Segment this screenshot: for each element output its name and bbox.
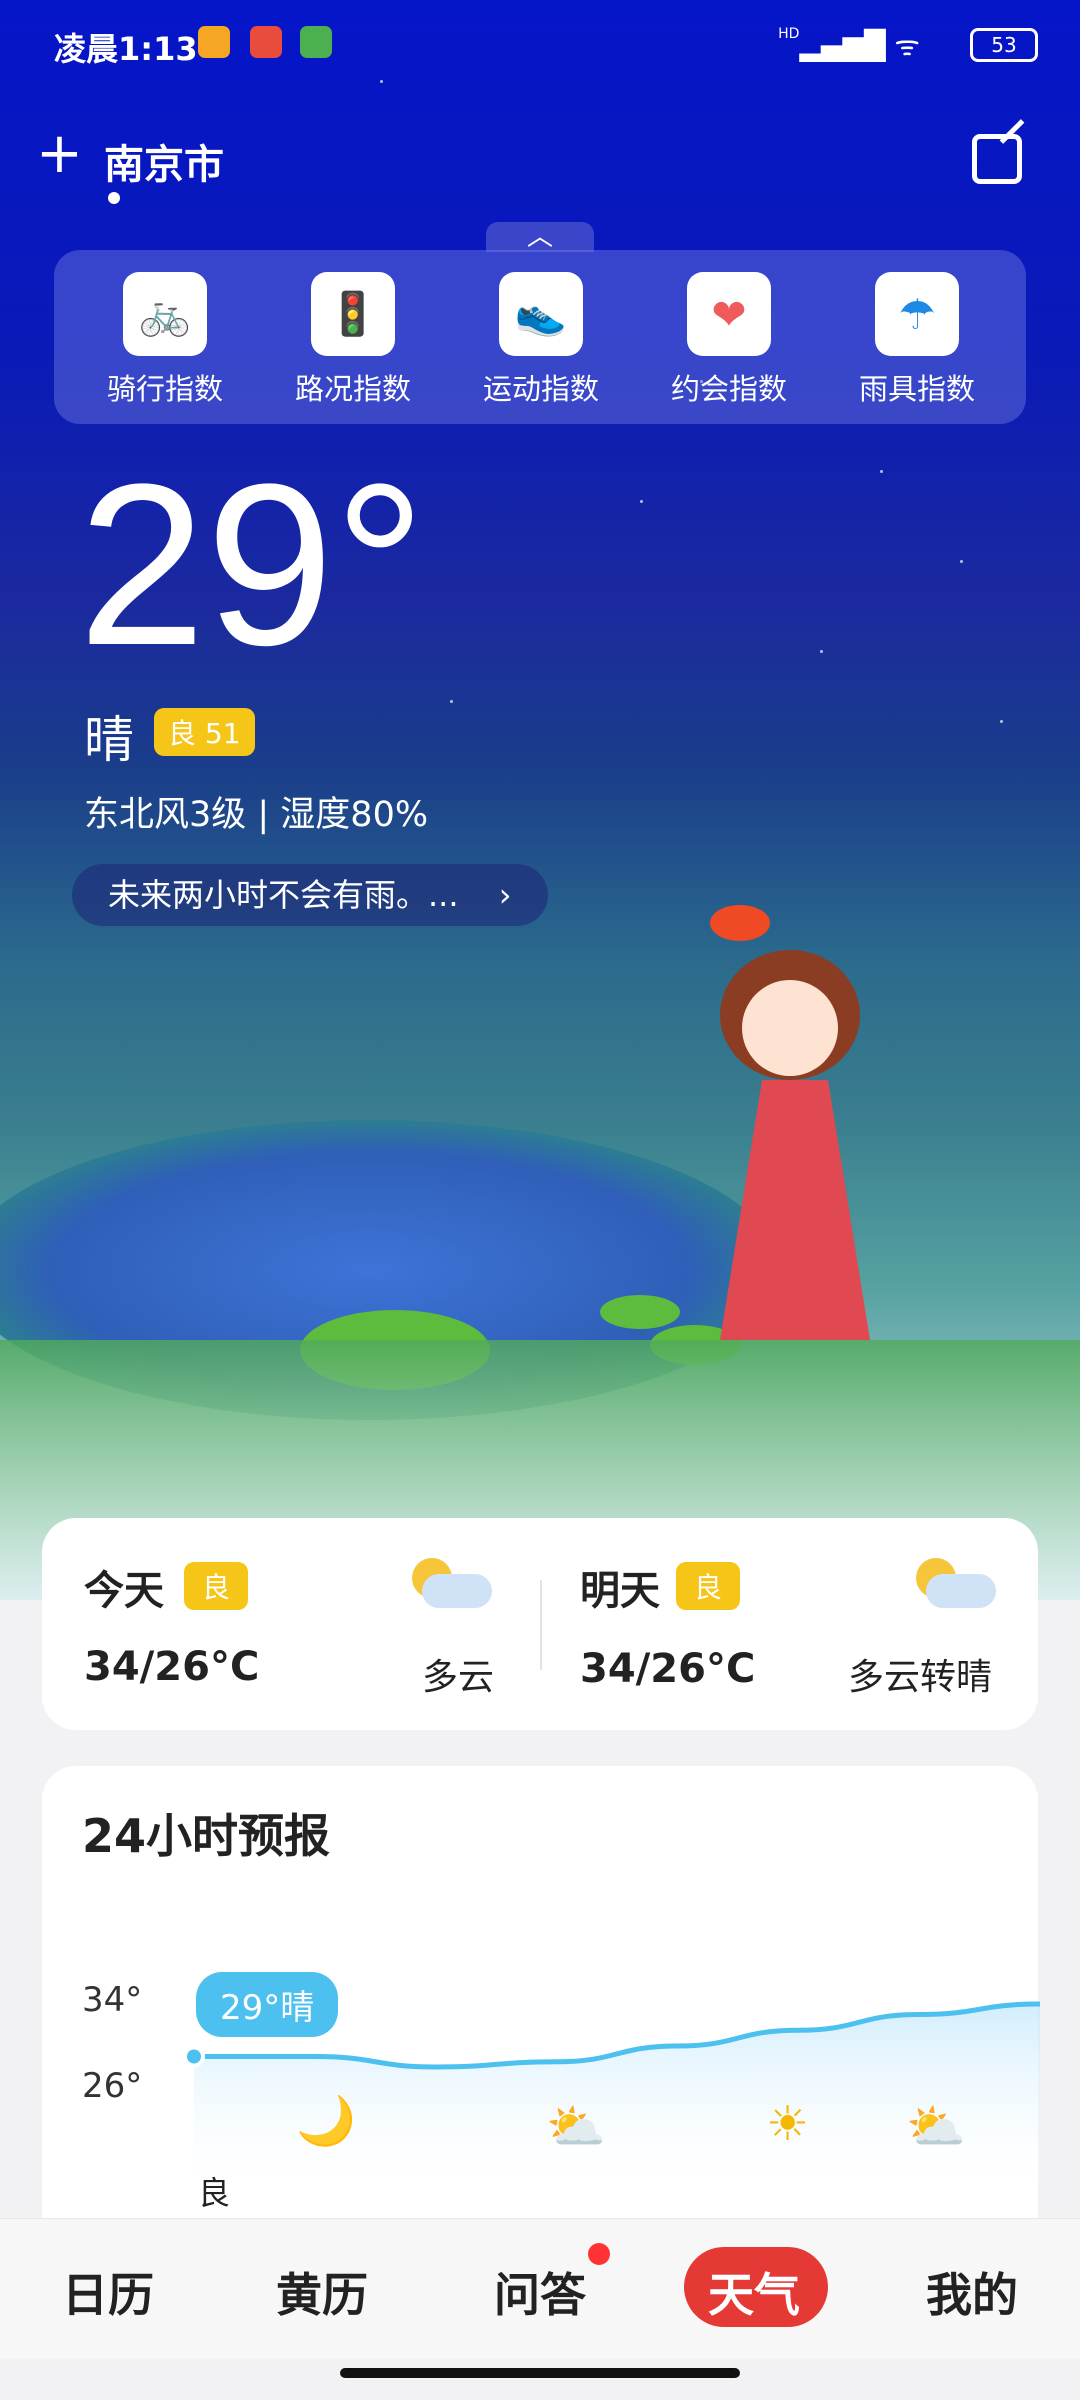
day-name: 明天 [580, 1568, 660, 1614]
chevron-right-icon: › [498, 876, 512, 914]
tab-qa[interactable]: 问答 [494, 2259, 586, 2325]
lily-pad [600, 1295, 680, 1329]
tab-almanac[interactable]: 黄历 [276, 2259, 368, 2325]
divider [540, 1580, 542, 1670]
weather-desc: 多云 [422, 1657, 495, 1698]
partly-cloudy-icon: ⛅ [906, 2099, 966, 2155]
moon-icon: 🌙 [296, 2093, 356, 2149]
download-icon [300, 26, 332, 58]
collapse-button[interactable]: ︿ [486, 222, 594, 252]
status-bar: 凌晨1:13 HD▂▄▆█ ᯤ 53 [0, 0, 1080, 90]
today-forecast[interactable]: 今天 良 34/26°C 多云 [42, 1518, 540, 1730]
wind-humidity: 东北风3级 | 湿度80% [84, 795, 429, 835]
weather-desc: 多云转晴 [848, 1657, 993, 1698]
index-traffic[interactable]: 🚦 路况指数 [278, 272, 428, 408]
index-dating[interactable]: ❤ 约会指数 [654, 272, 804, 408]
share-icon[interactable] [972, 134, 1022, 184]
partly-cloudy-icon: ⛅ [546, 2099, 606, 2155]
tab-me[interactable]: 我的 [926, 2259, 1018, 2325]
tab-weather[interactable]: 天气 [708, 2259, 800, 2325]
shoe-icon: 👟 [499, 272, 583, 356]
chevron-up-icon: ︿ [526, 222, 553, 252]
sun-icon: ☀ [766, 2096, 810, 2152]
day-name: 今天 [84, 1568, 164, 1614]
bottom-navigation: 日历 黄历 问答 天气 我的 [0, 2218, 1080, 2359]
add-city-button[interactable]: + [36, 126, 83, 182]
index-label: 约会指数 [670, 372, 787, 406]
notification-dot [588, 2243, 610, 2265]
tomorrow-forecast[interactable]: 明天 良 34/26°C 多云转晴 [540, 1518, 1038, 1730]
aqi-badge: 良 [184, 1562, 249, 1610]
status-time: 凌晨1:13 [54, 30, 198, 68]
index-sport[interactable]: 👟 运动指数 [466, 272, 616, 408]
battery-icon: 53 [970, 28, 1038, 62]
current-temperature: 29° [78, 436, 426, 693]
notification-icon [250, 26, 282, 58]
page-indicator [108, 192, 120, 204]
home-indicator[interactable] [340, 2368, 740, 2378]
bike-icon: 🚲 [123, 272, 207, 356]
hourly-aqi: 良 [198, 2174, 231, 2212]
rain-forecast-text: 未来两小时不会有雨。... [108, 876, 459, 914]
hourly-title: 24小时预报 [82, 1809, 331, 1863]
signal-icon: HD▂▄▆█ ᯤ [778, 26, 920, 62]
tab-calendar[interactable]: 日历 [62, 2259, 154, 2325]
character-face [742, 980, 838, 1076]
city-name[interactable]: 南京市 [104, 132, 224, 190]
current-condition: 晴 [84, 711, 134, 769]
index-cycling[interactable]: 🚲 骑行指数 [90, 272, 240, 408]
hourly-temperature-chart[interactable] [0, 1960, 1080, 2200]
notification-icon [198, 26, 230, 58]
character-dress [720, 1080, 870, 1340]
heart-icon: ❤ [687, 272, 771, 356]
current-hour-bubble: 29°晴 [196, 1972, 339, 2037]
index-label: 雨具指数 [858, 372, 975, 406]
aqi-badge[interactable]: 良 51 [154, 708, 255, 756]
aqi-badge: 良 [676, 1562, 741, 1610]
life-index-panel: 🚲 骑行指数 🚦 路况指数 👟 运动指数 ❤ 约会指数 ☂ 雨具指数 [54, 250, 1026, 424]
koi-fish-hat [710, 905, 770, 941]
temp-range: 34/26°C [580, 1646, 756, 1692]
rain-forecast-pill[interactable]: 未来两小时不会有雨。... › [72, 864, 548, 926]
index-label: 路况指数 [294, 372, 411, 406]
current-hour-point [183, 2045, 205, 2068]
temp-range: 34/26°C [84, 1644, 260, 1690]
partly-cloudy-icon [916, 1558, 996, 1608]
index-label: 运动指数 [482, 372, 599, 406]
umbrella-icon: ☂ [875, 272, 959, 356]
index-label: 骑行指数 [106, 372, 223, 406]
traffic-light-icon: 🚦 [311, 272, 395, 356]
index-umbrella[interactable]: ☂ 雨具指数 [842, 272, 992, 408]
partly-cloudy-night-icon [412, 1558, 492, 1608]
